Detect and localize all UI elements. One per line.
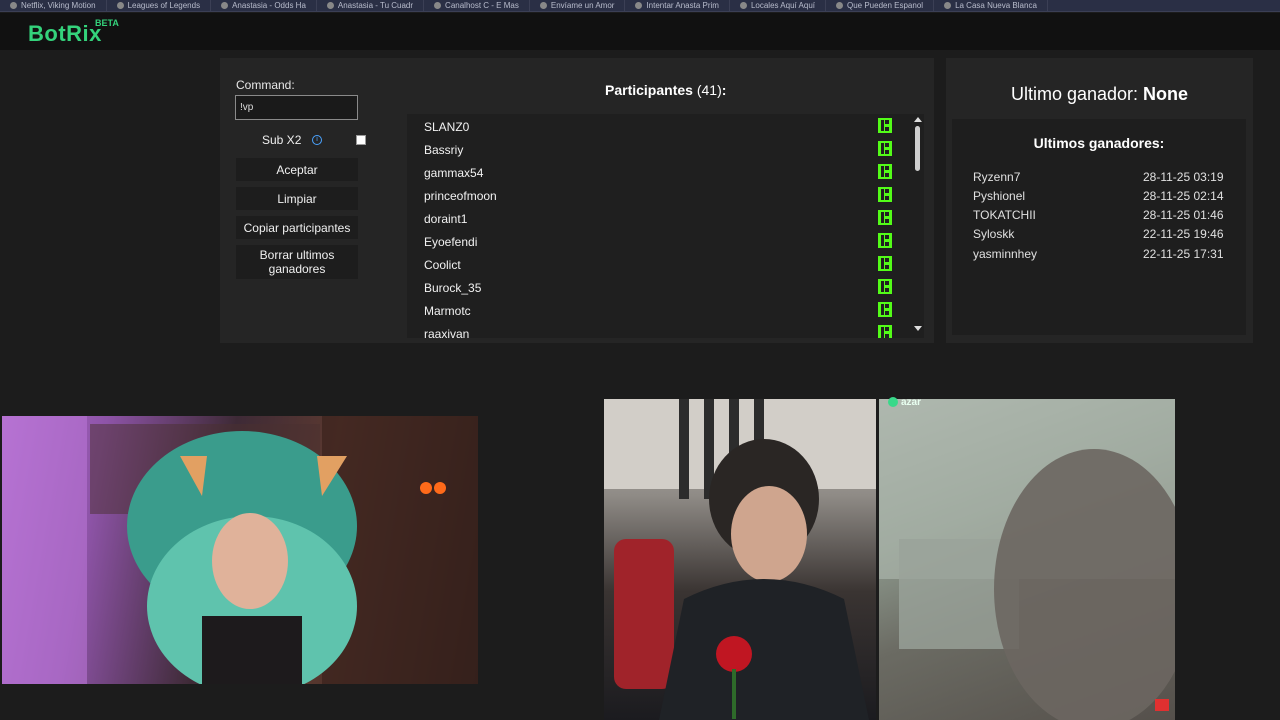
sub-x2-label: Sub X2 — [262, 133, 302, 147]
participant-name[interactable]: Burock_35 — [424, 281, 481, 295]
browser-tab[interactable]: Canalhost C - E Mas — [424, 0, 530, 11]
browser-tab[interactable]: Anastasia - Tu Cuadr — [317, 0, 425, 11]
delete-winners-button[interactable]: Borrar ultimos ganadores — [236, 245, 358, 279]
azar-video-art — [879, 399, 1175, 720]
beta-badge: BETA — [95, 18, 119, 28]
participant-name[interactable]: Eyoefendi — [424, 235, 477, 249]
guest-webcam — [604, 399, 876, 720]
streamer-webcam-art — [2, 416, 478, 684]
last-winner-value: None — [1143, 84, 1189, 104]
kick-icon — [878, 279, 892, 294]
info-icon[interactable]: i — [312, 135, 322, 145]
winner-date: 22-11-25 17:31 — [1143, 247, 1224, 261]
kick-icon — [878, 233, 892, 248]
winner-date: 28-11-25 03:19 — [1143, 170, 1224, 184]
winner-name: Pyshionel — [973, 189, 1026, 203]
kick-icon — [878, 118, 892, 133]
winner-name: Ryzenn7 — [973, 170, 1021, 184]
app-header: BotRix BETA — [0, 13, 1280, 50]
browser-tab[interactable]: La Casa Nueva Blanca — [934, 0, 1048, 11]
winner-date: 22-11-25 19:46 — [1143, 227, 1224, 241]
favicon-icon — [116, 2, 124, 9]
kick-icon — [878, 325, 892, 338]
browser-tab-bar: Netflix, Viking Motion Leagues of Legend… — [0, 0, 1280, 12]
participant-name[interactable]: Coolict — [424, 258, 461, 272]
last-winner: Ultimo ganador: None — [1010, 84, 1189, 104]
browser-tab[interactable]: Intentar Anasta Prim — [625, 0, 730, 11]
copy-participants-button[interactable]: Copiar participantes — [236, 216, 358, 239]
favicon-icon — [635, 2, 643, 9]
kick-icon — [878, 210, 892, 225]
app-logo[interactable]: BotRix — [28, 21, 102, 47]
winner-name: Syloskk — [973, 227, 1015, 241]
participants-title: Participantes (41): — [605, 82, 727, 98]
participant-name[interactable]: SLANZ0 — [424, 120, 469, 134]
kick-icon — [878, 256, 892, 271]
browser-tab[interactable]: Envíame un Amor — [530, 0, 626, 11]
guest-webcam-art — [604, 399, 876, 720]
kick-icon — [878, 164, 892, 179]
accept-button[interactable]: Aceptar — [236, 158, 358, 181]
scrollbar-thumb[interactable] — [915, 126, 920, 171]
command-label: Command: — [236, 78, 295, 92]
recent-winners-title: Ultimos ganadores: — [1033, 135, 1165, 151]
browser-tab[interactable]: Que Pueden Espanol — [826, 0, 935, 11]
azar-icon — [888, 397, 898, 408]
sub-x2-checkbox[interactable] — [356, 135, 366, 145]
command-input[interactable] — [235, 95, 358, 120]
favicon-icon — [221, 2, 229, 9]
participants-count: (41) — [696, 82, 722, 98]
winner-date: 28-11-25 01:46 — [1143, 208, 1224, 222]
favicon-icon — [539, 2, 547, 9]
participant-name[interactable]: Marmotc — [424, 304, 471, 318]
participant-name[interactable]: princeofmoon — [424, 189, 497, 203]
participant-name[interactable]: raaxivan — [424, 327, 469, 338]
participant-name[interactable]: Bassriy — [424, 143, 463, 157]
favicon-icon — [10, 2, 17, 9]
streamer-webcam — [2, 416, 478, 684]
kick-icon — [878, 187, 892, 202]
azar-logo: azar — [888, 397, 921, 408]
browser-tab[interactable]: Netflix, Viking Motion — [0, 0, 107, 11]
participant-name[interactable]: doraint1 — [424, 212, 467, 226]
kick-icon — [878, 141, 892, 156]
kick-icon — [878, 302, 892, 317]
favicon-icon — [434, 2, 442, 9]
browser-tab[interactable]: Locales Aquí Aquí — [730, 0, 826, 11]
browser-tab[interactable]: Anastasia - Odds Ha — [211, 0, 317, 11]
favicon-icon — [739, 2, 747, 9]
participants-list[interactable]: SLANZ0 Bassriy gammax54 princeofmoon dor… — [407, 114, 912, 338]
favicon-icon — [326, 2, 334, 9]
favicon-icon — [944, 2, 952, 9]
azar-video-call — [879, 399, 1175, 720]
winner-name: yasminnhey — [973, 247, 1038, 261]
scroll-down-icon[interactable] — [914, 326, 922, 331]
clear-button[interactable]: Limpiar — [236, 187, 358, 210]
winner-name: TOKATCHII — [973, 208, 1036, 222]
winner-date: 28-11-25 02:14 — [1143, 189, 1224, 203]
browser-tab[interactable]: Leagues of Legends — [107, 0, 212, 11]
participant-name[interactable]: gammax54 — [424, 166, 483, 180]
scroll-up-icon[interactable] — [914, 117, 922, 122]
favicon-icon — [836, 2, 843, 9]
